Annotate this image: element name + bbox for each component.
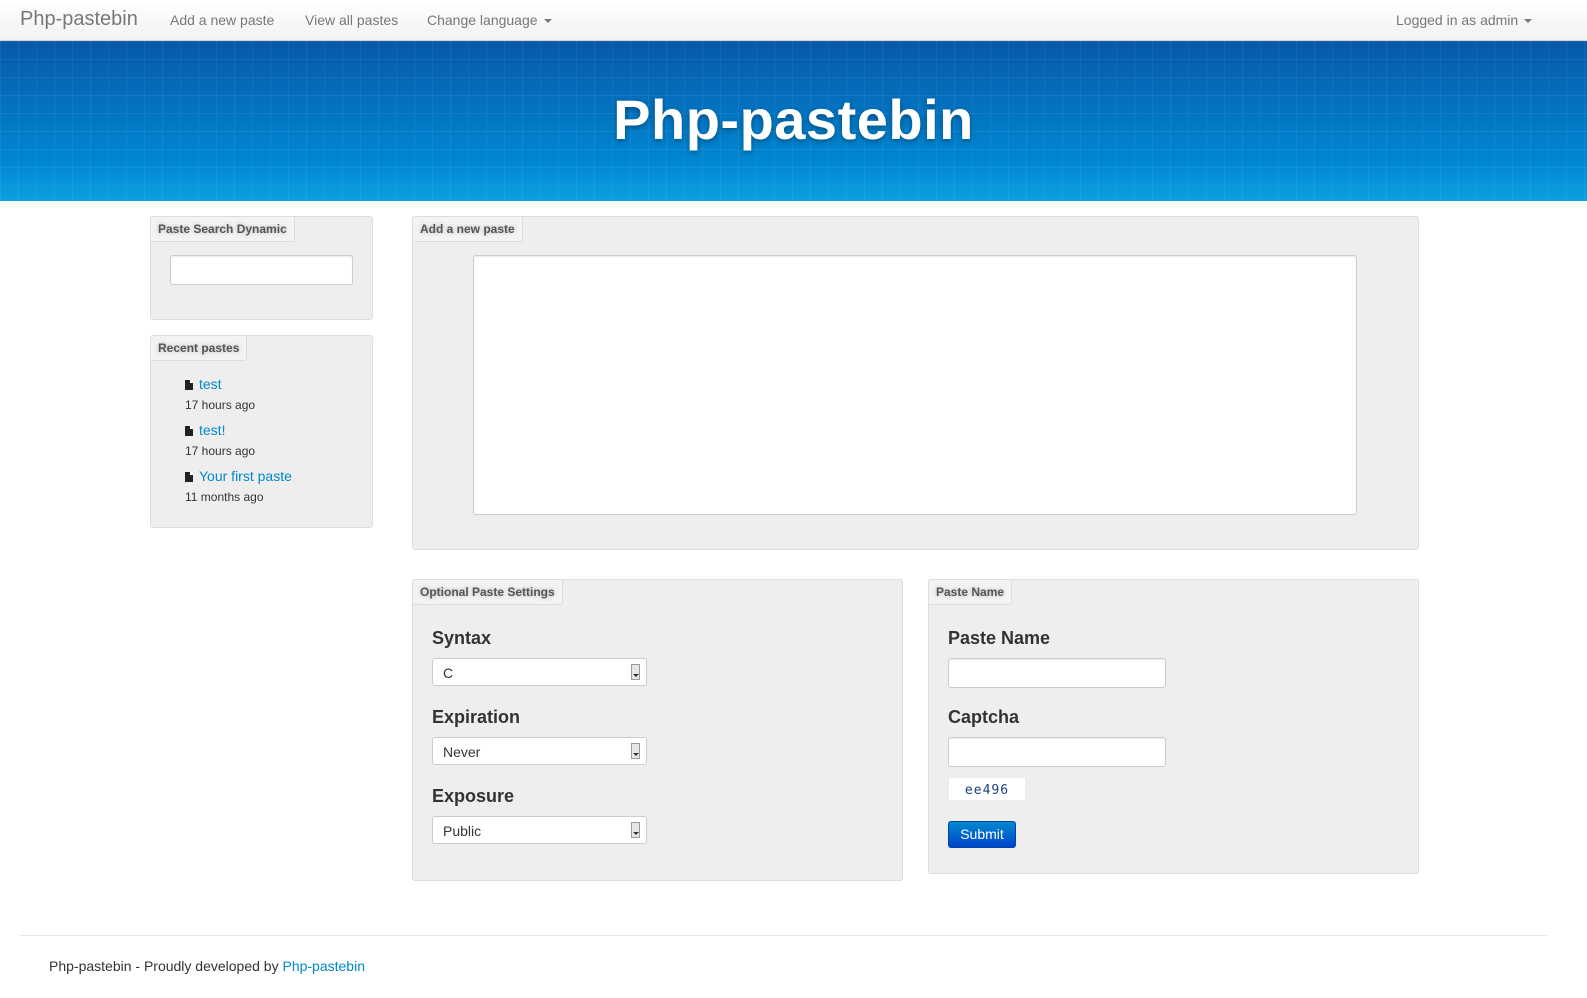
- expiration-select[interactable]: Never: [432, 737, 647, 765]
- new-paste-panel-title: Add a new paste: [413, 217, 523, 242]
- paste-name-panel-title: Paste Name: [929, 580, 1013, 605]
- footer-divider: [20, 935, 1547, 936]
- recent-paste-link[interactable]: test: [199, 376, 222, 392]
- captcha-image: ee496: [948, 777, 1026, 801]
- caret-down-icon: [543, 19, 552, 24]
- exposure-select[interactable]: Public: [432, 816, 647, 844]
- dropdown-arrow-icon: [631, 822, 640, 838]
- user-menu-dropdown[interactable]: Logged in as admin: [1396, 12, 1533, 28]
- top-navbar: Php-pastebin Add a new paste View all pa…: [0, 0, 1587, 41]
- recent-paste-link[interactable]: test!: [199, 422, 225, 438]
- brand-link[interactable]: Php-pastebin: [20, 8, 138, 31]
- captcha-input[interactable]: [948, 737, 1166, 767]
- nav-add-new-paste[interactable]: Add a new paste: [170, 12, 274, 28]
- recent-paste-link[interactable]: Your first paste: [199, 468, 292, 484]
- hero-title: Php-pastebin: [613, 88, 974, 151]
- new-paste-panel: Add a new paste: [412, 216, 1419, 550]
- recent-paste-time: 11 months ago: [185, 490, 264, 504]
- file-icon: [185, 472, 193, 482]
- dropdown-arrow-icon: [631, 664, 640, 680]
- dropdown-arrow-icon: [631, 743, 640, 759]
- captcha-label: Captcha: [948, 707, 1020, 727]
- nav-view-all-pastes[interactable]: View all pastes: [305, 12, 398, 28]
- submit-button[interactable]: Submit: [948, 821, 1016, 848]
- hero-banner: Php-pastebin: [0, 41, 1587, 201]
- change-language-label: Change language: [427, 12, 538, 28]
- paste-name-panel: Paste Name Paste Name Captcha ee496 Subm…: [928, 579, 1419, 874]
- search-panel-title: Paste Search Dynamic: [151, 217, 295, 242]
- expiration-value: Never: [443, 744, 481, 760]
- file-icon: [185, 426, 193, 436]
- recent-pastes-title: Recent pastes: [151, 336, 248, 361]
- paste-search-input[interactable]: [170, 255, 353, 285]
- search-panel: Paste Search Dynamic: [150, 216, 373, 320]
- recent-pastes-list: test 17 hours ago test! 17 hours ago You…: [185, 376, 365, 514]
- paste-settings-title: Optional Paste Settings: [413, 580, 563, 605]
- caret-down-icon: [1524, 19, 1533, 24]
- paste-name-label: Paste Name: [948, 628, 1051, 648]
- nav-change-language-dropdown[interactable]: Change language: [427, 12, 552, 28]
- list-item: test! 17 hours ago: [185, 422, 365, 468]
- list-item: test 17 hours ago: [185, 376, 365, 422]
- recent-pastes-panel: Recent pastes test 17 hours ago test! 17…: [150, 335, 373, 528]
- syntax-value: C: [443, 665, 454, 681]
- syntax-select[interactable]: C: [432, 658, 647, 686]
- recent-paste-time: 17 hours ago: [185, 398, 256, 412]
- file-icon: [185, 380, 193, 390]
- footer-link[interactable]: Php-pastebin: [282, 958, 365, 974]
- logged-in-label: Logged in as admin: [1396, 12, 1519, 28]
- paste-name-input[interactable]: [948, 658, 1166, 688]
- footer-text: Php-pastebin - Proudly developed by: [49, 958, 279, 974]
- exposure-value: Public: [443, 823, 482, 839]
- expiration-label: Expiration: [432, 707, 521, 727]
- paste-settings-panel: Optional Paste Settings Syntax C Expirat…: [412, 579, 903, 881]
- recent-paste-time: 17 hours ago: [185, 444, 256, 458]
- paste-content-textarea[interactable]: [473, 255, 1357, 515]
- syntax-label: Syntax: [432, 628, 492, 648]
- list-item: Your first paste 11 months ago: [185, 468, 365, 514]
- footer: Php-pastebin - Proudly developed by Php-…: [49, 958, 365, 974]
- exposure-label: Exposure: [432, 786, 515, 806]
